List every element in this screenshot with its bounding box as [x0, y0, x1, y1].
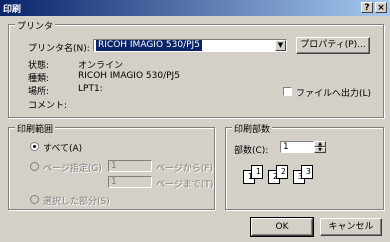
copies-count-input[interactable]: 1 — [280, 141, 314, 153]
spin-down-icon[interactable]: ▼ — [314, 147, 326, 153]
ok-button[interactable]: OK — [250, 217, 314, 237]
print-to-file-checkbox[interactable] — [283, 87, 292, 96]
range-selection-radio[interactable] — [30, 195, 39, 204]
printer-name-label: プリンタ名(N): — [28, 44, 90, 54]
help-icon[interactable]: ? — [361, 2, 373, 13]
printer-group-label: プリンタ — [15, 19, 56, 32]
cancel-button[interactable]: キャンセル — [320, 218, 382, 236]
comment-label: コメント: — [28, 101, 68, 111]
status-value: オンライン — [78, 61, 124, 71]
to-page-label: ページまで(T) — [156, 180, 214, 190]
close-icon[interactable]: × — [375, 2, 387, 13]
range-all-label[interactable]: すべて(A) — [43, 141, 82, 154]
range-all-radio[interactable] — [30, 142, 39, 151]
range-selection-label[interactable]: 選択した部分(S) — [43, 194, 110, 207]
chevron-down-icon[interactable]: ▼ — [275, 40, 286, 51]
from-page-input[interactable]: 1 — [108, 160, 152, 172]
type-label: 種類: — [28, 74, 50, 84]
from-page-label: ページから(F) — [156, 164, 214, 174]
type-value: RICOH IMAGIO 530/PJ5 — [78, 71, 180, 81]
where-value: LPT1: — [78, 84, 103, 94]
collate-page: 2 — [276, 165, 288, 179]
collate-page: 3 — [301, 165, 313, 179]
where-label: 場所: — [28, 87, 50, 97]
copies-spinner[interactable]: ▲ ▼ — [314, 141, 326, 153]
title-bar[interactable]: 印刷 ? × — [0, 0, 390, 16]
copies-group-label: 印刷部数 — [232, 122, 273, 135]
status-label: 状態: — [28, 61, 50, 71]
range-pages-label[interactable]: ページ指定(G) — [43, 161, 102, 174]
copies-count-label: 部数(C): — [234, 146, 269, 156]
print-range-group-label: 印刷範囲 — [15, 122, 56, 135]
print-dialog: 印刷 ? × プリンタ プリンタ名(N): RICOH IMAGIO 530/P… — [0, 0, 390, 242]
print-to-file-label[interactable]: ファイルへ出力(L) — [296, 86, 371, 99]
window-title: 印刷 — [3, 5, 22, 15]
printer-name-value: RICOH IMAGIO 530/PJ5 — [96, 40, 202, 51]
to-page-input[interactable]: 1 — [108, 176, 152, 188]
properties-button[interactable]: プロパティ(P)... — [296, 37, 370, 54]
range-pages-radio[interactable] — [30, 162, 39, 171]
printer-name-select[interactable]: RICOH IMAGIO 530/PJ5 ▼ — [93, 39, 287, 52]
collate-page: 1 — [251, 165, 263, 179]
